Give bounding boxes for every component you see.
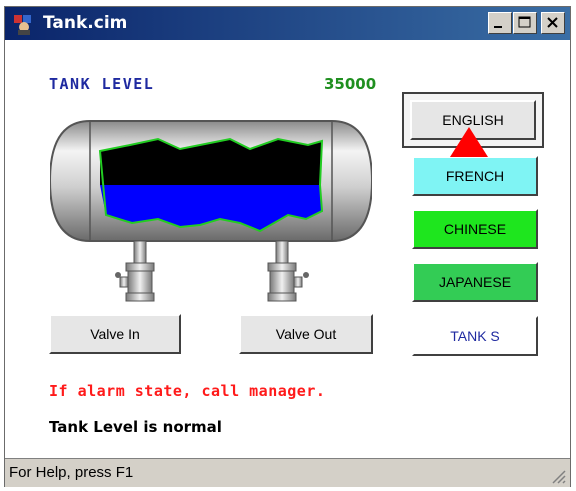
tank-level-value: 35000 bbox=[324, 75, 377, 93]
tank-status-message: Tank Level is normal bbox=[49, 418, 222, 436]
french-button[interactable]: FRENCH bbox=[412, 156, 538, 196]
tank-level-label: TANK LEVEL bbox=[49, 75, 155, 93]
chinese-button[interactable]: CHINESE bbox=[412, 209, 538, 249]
minimize-button[interactable] bbox=[488, 12, 512, 34]
valve-out-button[interactable]: Valve Out bbox=[239, 314, 373, 354]
window-title: Tank.cim bbox=[43, 13, 128, 33]
valve-out-graphic bbox=[267, 240, 309, 302]
resize-grip-icon[interactable] bbox=[549, 467, 567, 485]
close-icon bbox=[547, 17, 558, 28]
maximize-icon bbox=[518, 16, 531, 28]
app-window: Tank.cim TANK LEVEL 35000 Valve In Valve… bbox=[4, 6, 571, 487]
red-pointer-icon bbox=[450, 127, 488, 157]
valve-in-button[interactable]: Valve In bbox=[49, 314, 181, 354]
help-text: For Help, press F1 bbox=[9, 464, 134, 481]
status-bar: For Help, press F1 bbox=[5, 458, 570, 487]
japanese-button[interactable]: JAPANESE bbox=[412, 262, 538, 302]
tank-graphic bbox=[50, 120, 372, 302]
client-area: TANK LEVEL 35000 Valve In Valve Out ENGL… bbox=[10, 44, 563, 454]
maximize-button[interactable] bbox=[513, 12, 537, 34]
tanks-button[interactable]: TANK S bbox=[412, 316, 538, 356]
title-bar[interactable]: Tank.cim bbox=[5, 7, 570, 40]
alarm-message: If alarm state, call manager. bbox=[49, 382, 326, 400]
app-icon bbox=[14, 15, 31, 35]
valve-in-graphic bbox=[115, 240, 155, 302]
close-button[interactable] bbox=[541, 12, 565, 34]
minimize-icon bbox=[494, 26, 502, 28]
